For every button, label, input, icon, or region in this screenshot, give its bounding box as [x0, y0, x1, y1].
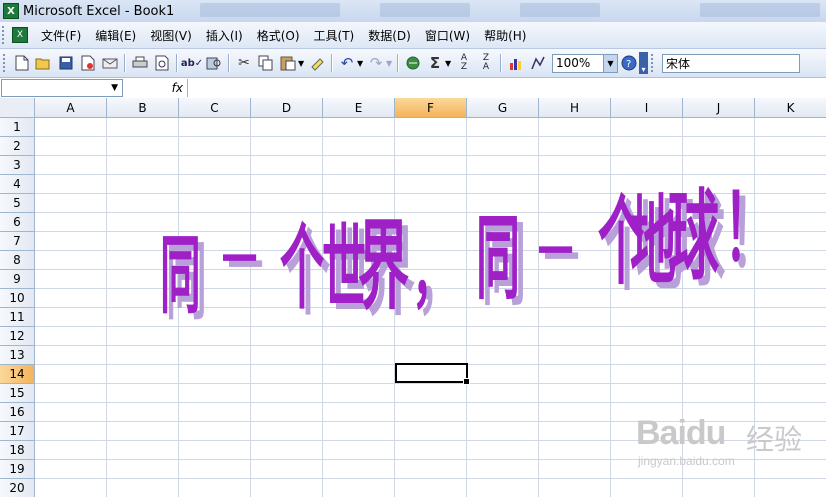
- wordart-glyph: ，: [412, 226, 454, 320]
- wordart-glyph: 同: [476, 206, 520, 313]
- wordart-glyph: 一: [222, 228, 257, 294]
- wordart-glyph: 个: [280, 216, 324, 323]
- wordart-glyph: 一: [538, 220, 573, 286]
- wordart-glyph: ！: [724, 176, 772, 283]
- watermark-cn: 经验: [746, 423, 803, 456]
- wordart-glyph: 球: [668, 181, 720, 294]
- wordart-glyph: 同: [160, 226, 201, 326]
- wordart-glyph: 界: [358, 211, 409, 324]
- baidu-watermark: Baidu 经验 jingyan.baidu.com: [636, 410, 816, 470]
- watermark-brand: Baidu: [636, 414, 726, 452]
- watermark-url: jingyan.baidu.com: [638, 454, 735, 468]
